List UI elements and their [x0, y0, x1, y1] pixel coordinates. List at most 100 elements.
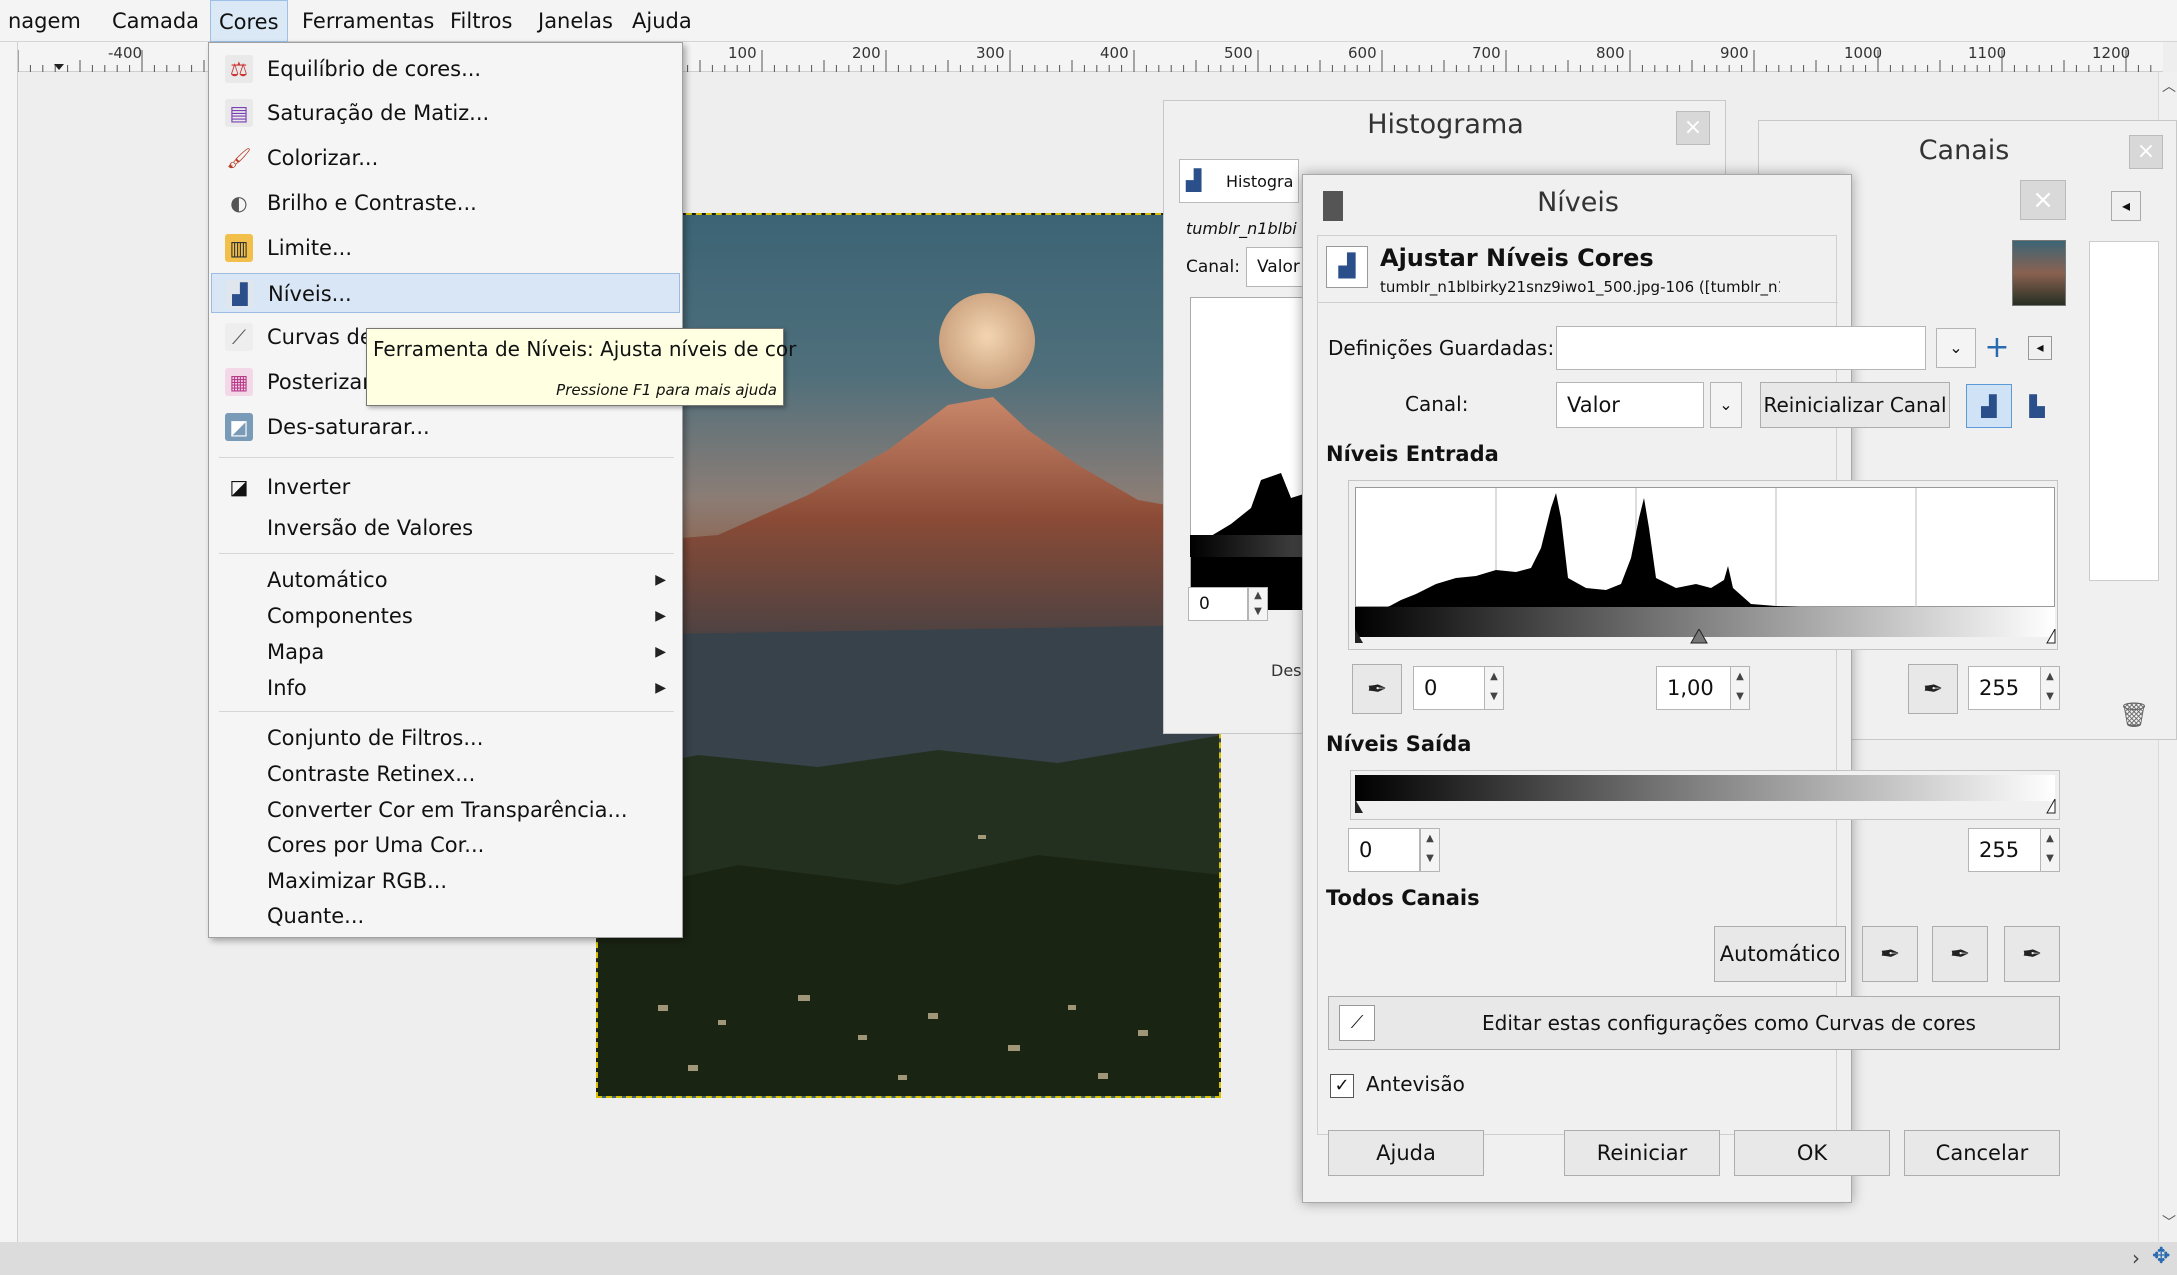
input-sliders[interactable] — [1349, 629, 2059, 659]
chevron-down-icon[interactable]: ⌄ — [1710, 382, 1742, 428]
pick-white-eyedropper-icon[interactable]: ✒ — [1908, 664, 1958, 714]
menu-item-color-to-alpha[interactable]: Converter Cor em Transparência... — [211, 790, 680, 830]
menu-ajuda[interactable]: Ajuda — [624, 0, 700, 42]
white-point-eyedropper-icon[interactable]: ✒ — [2004, 926, 2060, 982]
ok-button[interactable]: OK — [1734, 1130, 1890, 1176]
log-histogram-icon[interactable]: ▙ — [2020, 388, 2054, 424]
panel-menu-icon[interactable]: ◂ — [2111, 191, 2141, 221]
presets-menu-icon[interactable]: ◂ — [2028, 336, 2052, 360]
menu-item-components[interactable]: Componentes ▶ — [211, 596, 680, 636]
histogram-range-input[interactable]: 0 — [1188, 587, 1248, 621]
menu-item-threshold[interactable]: ▥ Limite... — [211, 228, 680, 268]
horizontal-scrollbar[interactable]: › ✥ — [0, 1242, 2177, 1275]
add-preset-icon[interactable]: + — [1982, 328, 2012, 368]
histogram-graph — [1190, 297, 1307, 610]
tooltip-text: Ferramenta de Níveis: Ajusta níveis de c… — [373, 337, 797, 361]
submenu-arrow-icon: ▶ — [655, 644, 666, 660]
menu-separator — [219, 553, 674, 554]
menu-item-filter-pack[interactable]: Conjunto de Filtros... — [211, 718, 680, 758]
menu-item-auto[interactable]: Automático ▶ — [211, 560, 680, 600]
preview-checkbox[interactable]: ✓ — [1330, 1074, 1354, 1098]
tooltip-hint: Pressione F1 para mais ajuda — [556, 381, 777, 399]
menu-item-levels[interactable]: ▟ Níveis... — [211, 273, 680, 313]
histogram-channel-select[interactable]: Valor — [1246, 247, 1306, 287]
spin-arrows-icon[interactable]: ▲ ▼ — [2040, 828, 2060, 872]
menu-item-label: Componentes — [267, 604, 413, 628]
histogram-channel-label: Canal: — [1186, 257, 1240, 277]
menu-item-label: Equilíbrio de cores... — [267, 57, 482, 81]
menu-item-desaturate[interactable]: ◩ Des-saturarar... — [211, 407, 680, 447]
menu-item-map[interactable]: Mapa ▶ — [211, 632, 680, 672]
menu-item-quante[interactable]: Quante... — [211, 896, 680, 936]
auto-button[interactable]: Automático — [1714, 926, 1846, 982]
menu-item-label: Níveis... — [268, 282, 352, 306]
pick-black-eyedropper-icon[interactable]: ✒ — [1352, 664, 1402, 714]
menu-cores[interactable]: Cores — [210, 0, 288, 42]
cancel-button[interactable]: Cancelar — [1904, 1130, 2060, 1176]
histogram-tab[interactable]: ▟ Histogra — [1179, 159, 1299, 203]
channels-list[interactable] — [2089, 241, 2159, 581]
spin-arrows-icon[interactable]: ▲ ▼ — [1730, 666, 1750, 710]
navigate-icon[interactable]: ✥ — [2152, 1244, 2170, 1269]
menu-item-hue-saturation[interactable]: ▤ Saturação de Matiz... — [211, 93, 680, 133]
input-low-field[interactable]: 0 — [1413, 666, 1491, 710]
input-levels-area — [1348, 480, 2058, 650]
chevron-down-icon[interactable]: ⌄ — [1936, 328, 1976, 368]
output-high-field[interactable]: 255 — [1968, 828, 2048, 872]
menu-item-maximize-rgb[interactable]: Maximizar RGB... — [211, 861, 680, 901]
output-sliders[interactable] — [1351, 799, 2061, 819]
menu-item-invert[interactable]: ◪ Inverter — [211, 467, 680, 507]
menu-item-label: Limite... — [267, 236, 353, 260]
menu-item-color-to-one[interactable]: Cores por Uma Cor... — [211, 825, 680, 865]
spin-arrows-icon[interactable]: ▲ ▼ — [1248, 587, 1268, 621]
scroll-down-icon[interactable]: ﹀ — [2162, 1212, 2176, 1232]
scroll-up-icon[interactable]: ︿ — [2162, 76, 2176, 96]
ruler-label: 1000 — [1844, 44, 1883, 62]
reset-channel-button[interactable]: Reinicializar Canal — [1760, 382, 1950, 428]
menu-item-brightness-contrast[interactable]: ◐ Brilho e Contraste... — [211, 183, 680, 223]
menu-camada[interactable]: Camada — [104, 0, 207, 42]
histogram-icon: ▟ — [1186, 168, 1202, 192]
black-point-eyedropper-icon[interactable]: ✒ — [1862, 926, 1918, 982]
spin-arrows-icon[interactable]: ▲ ▼ — [1484, 666, 1504, 710]
input-gamma-field[interactable]: 1,00 — [1656, 666, 1734, 710]
menu-item-label: Curvas de — [267, 325, 373, 349]
edit-as-curves-button[interactable]: ⟋ Editar estas configurações como Curvas… — [1328, 996, 2060, 1050]
menu-separator — [219, 457, 674, 458]
gray-point-eyedropper-icon[interactable]: ✒ — [1932, 926, 1988, 982]
menu-item-label: Maximizar RGB... — [267, 869, 448, 893]
scroll-right-icon[interactable]: › — [2132, 1246, 2140, 1270]
ruler-label: 100 — [728, 44, 757, 62]
menu-item-value-invert[interactable]: Inversão de Valores — [211, 508, 680, 548]
input-histogram — [1355, 487, 2055, 608]
menu-item-info[interactable]: Info ▶ — [211, 668, 680, 708]
channel-select[interactable]: Valor — [1556, 382, 1704, 428]
menu-ferramentas[interactable]: Ferramentas — [294, 0, 442, 42]
posterize-icon: ▦ — [225, 368, 253, 396]
tooltip: Ferramenta de Níveis: Ajusta níveis de c… — [366, 328, 796, 406]
menu-janelas[interactable]: Janelas — [530, 0, 621, 42]
spin-arrows-icon[interactable]: ▲ ▼ — [1420, 828, 1440, 872]
spin-arrows-icon[interactable]: ▲ ▼ — [2040, 666, 2060, 710]
reset-button[interactable]: Reiniciar — [1564, 1130, 1720, 1176]
curves-icon: ⟋ — [1339, 1005, 1375, 1041]
linear-histogram-icon[interactable]: ▟ — [1966, 384, 2012, 428]
output-low-field[interactable]: 0 — [1348, 828, 1420, 872]
menu-filtros[interactable]: Filtros — [442, 0, 520, 42]
input-high-field[interactable]: 255 — [1968, 666, 2048, 710]
image-thumbnail — [2012, 240, 2066, 306]
ruler-label: -400 — [108, 44, 143, 62]
close-icon[interactable]: × — [1676, 111, 1710, 145]
menu-item-colorize[interactable]: 🖌 Colorizar... — [211, 138, 680, 178]
menu-imagem[interactable]: nagem — [0, 0, 89, 42]
help-button[interactable]: Ajuda — [1328, 1130, 1484, 1176]
menu-item-label: Inversão de Valores — [267, 516, 474, 540]
ruler-label: 500 — [1224, 44, 1253, 62]
menu-item-color-balance[interactable]: ⚖ Equilíbrio de cores... — [211, 49, 680, 89]
trash-icon[interactable]: 🗑 — [2119, 701, 2149, 729]
presets-combobox[interactable] — [1556, 326, 1926, 370]
close-icon[interactable]: × — [2129, 135, 2163, 169]
menu-item-retinex[interactable]: Contraste Retinex... — [211, 754, 680, 794]
menu-item-label: Contraste Retinex... — [267, 762, 476, 786]
close-icon[interactable]: × — [2020, 180, 2066, 220]
